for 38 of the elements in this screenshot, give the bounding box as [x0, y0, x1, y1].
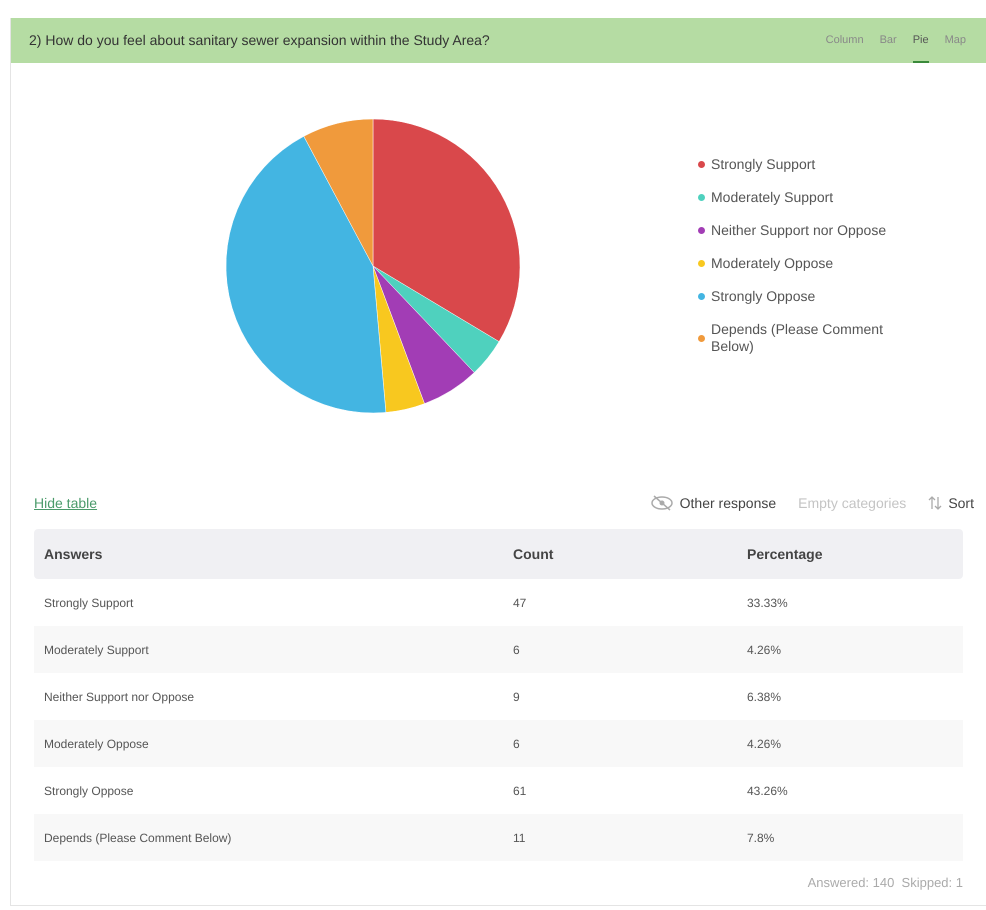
- table-cell-text: Moderately Support: [43, 642, 150, 658]
- table-cell-text: Strongly Support: [43, 594, 134, 612]
- chart-type-tab[interactable]: Bar: [880, 18, 897, 63]
- legend-label: Strongly Oppose: [711, 288, 816, 305]
- table-cell-text: 4.26%: [746, 642, 782, 658]
- chart-type-tab[interactable]: Column: [826, 18, 864, 63]
- table-cell-text: 6: [512, 642, 521, 658]
- table-cell-text: 9: [512, 688, 521, 706]
- sort-icon: [928, 495, 942, 511]
- table-cell-text: 61: [512, 782, 528, 800]
- table-cell-text: Depends (Please Comment Below): [43, 830, 232, 846]
- legend-label: Strongly Support: [711, 156, 816, 173]
- column-header: Answers: [43, 544, 104, 564]
- column-header: Percentage: [746, 544, 822, 564]
- legend-label: Moderately Oppose: [711, 255, 834, 272]
- column-header: Count: [512, 544, 554, 564]
- table-cell-text: Neither Support nor Oppose: [43, 688, 196, 706]
- response-summary: Answered: 140 Skipped: 1: [808, 874, 963, 892]
- chart-type-tab[interactable]: Pie: [912, 18, 929, 63]
- table-cell-text: 4.26%: [746, 736, 782, 752]
- table-cell-text: 7.8%: [746, 830, 774, 846]
- legend-label: Depends (Please Comment Below): [711, 321, 884, 355]
- table-cell-text: 43.26%: [746, 782, 788, 800]
- table-cell-text: 6.38%: [746, 688, 782, 706]
- hide-table-link[interactable]: Hide table: [34, 492, 98, 514]
- chart-type-tab[interactable]: Map: [944, 18, 966, 63]
- eye-slash-icon: [650, 495, 674, 511]
- table-option-button[interactable]: Other response: [650, 492, 776, 514]
- table-cell-text: 6: [512, 736, 521, 752]
- table-cell-text: 47: [512, 594, 528, 612]
- table-cell-text: 33.33%: [746, 594, 788, 612]
- table-cell-text: Strongly Oppose: [43, 782, 134, 800]
- legend-label: Moderately Support: [711, 189, 834, 206]
- legend-label: Neither Support nor Oppose: [711, 222, 886, 239]
- table-cell-text: Moderately Oppose: [43, 736, 150, 752]
- table-cell-text: 11: [512, 830, 526, 846]
- table-option-button[interactable]: Sort: [928, 492, 974, 514]
- question-title: 2) How do you feel about sanitary sewer expansion within the Study Area?: [29, 31, 490, 50]
